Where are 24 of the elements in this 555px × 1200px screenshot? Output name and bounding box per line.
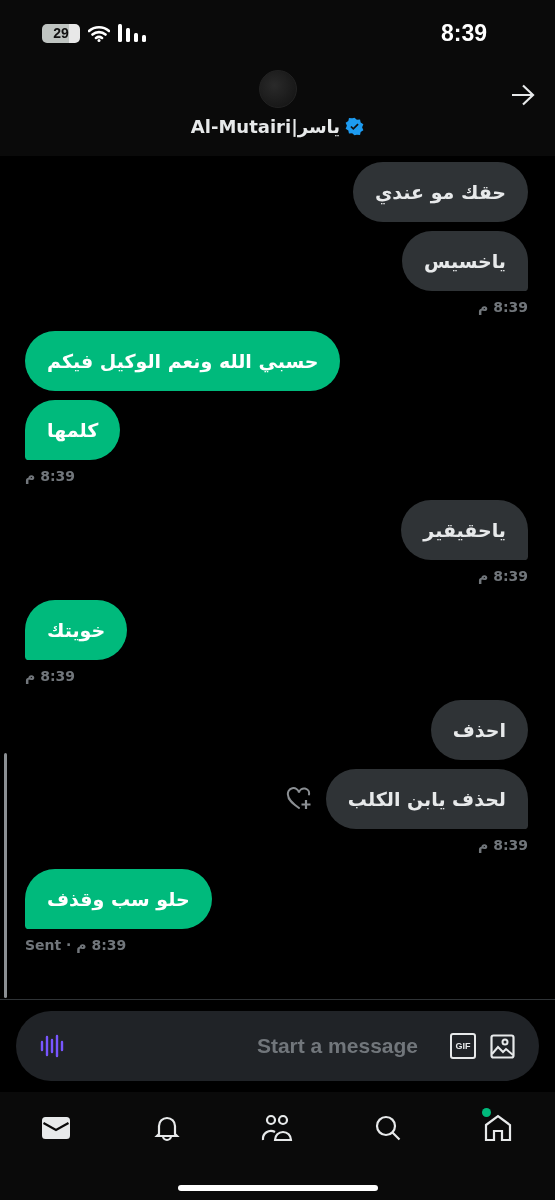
message-bubble[interactable]: ياحقيقير	[401, 500, 528, 560]
voice-message-icon[interactable]	[40, 1033, 66, 1059]
scroll-bar[interactable]	[4, 753, 7, 998]
battery-icon: 29	[42, 23, 80, 43]
message-bubble[interactable]: حقك مو عندي	[352, 162, 528, 222]
message-input-field[interactable]: Start a message GIF	[16, 1011, 539, 1081]
message-time: 8:39 م	[25, 468, 75, 484]
contact-name: ياسر|Al-Mutairi	[190, 116, 341, 137]
clock-time: 8:39	[440, 19, 487, 47]
message-time: 8:39 م	[25, 668, 75, 684]
wifi-icon	[88, 24, 110, 42]
gif-button[interactable]: GIF	[450, 1033, 476, 1059]
message-time: 8:39 م	[478, 837, 528, 853]
sent-status: Sent · م 8:39	[25, 937, 127, 953]
communities-tab[interactable]	[261, 1112, 293, 1144]
heart-plus-icon[interactable]	[285, 787, 312, 811]
back-arrow-icon[interactable]	[511, 84, 535, 106]
signal-icon	[118, 24, 146, 42]
image-icon[interactable]	[490, 1033, 515, 1059]
message-bubble[interactable]: ياخسيس	[402, 231, 528, 291]
message-bubble[interactable]: احذف	[430, 700, 528, 760]
message-time: 8:39 م	[478, 299, 528, 315]
message-time: 8:39 م	[478, 568, 528, 584]
message-bubble[interactable]: لحذف يابن الكلب	[325, 769, 528, 829]
